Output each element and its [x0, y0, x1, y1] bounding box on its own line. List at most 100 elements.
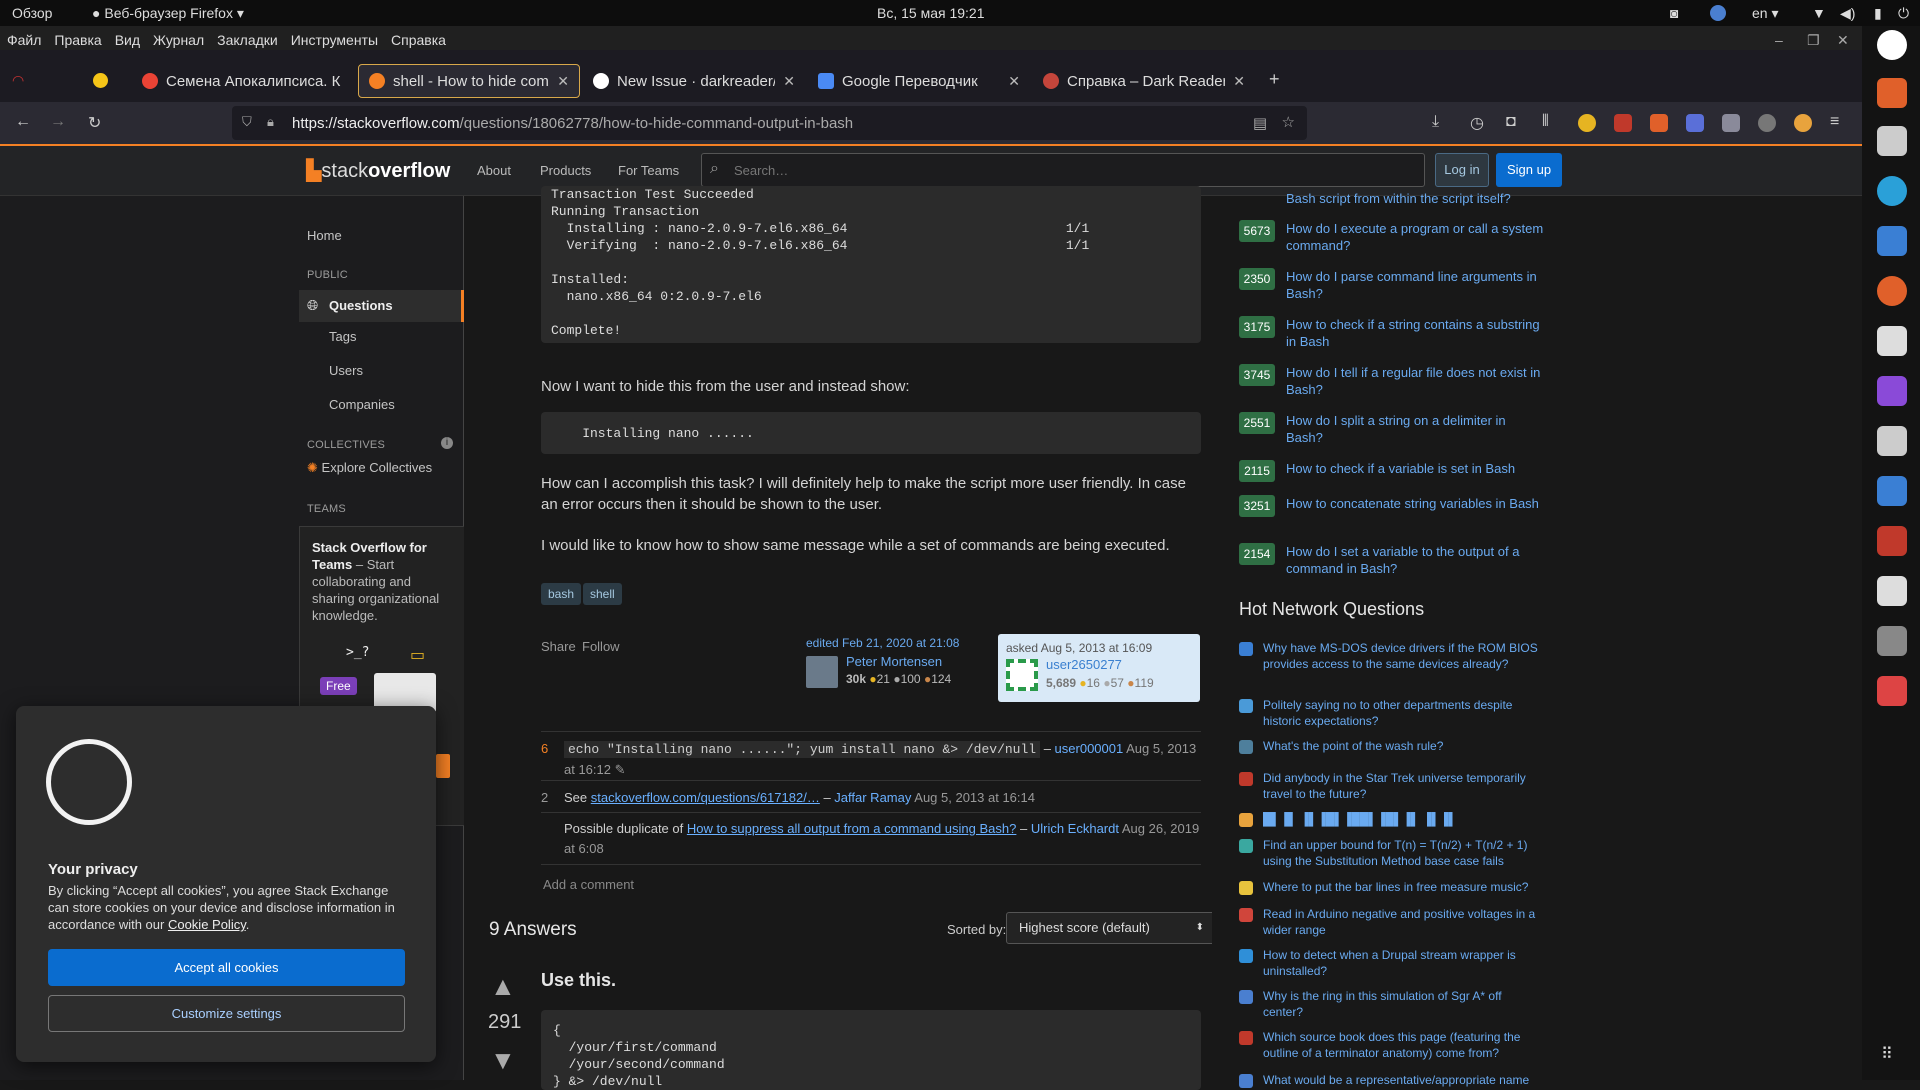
hnq-title-link[interactable]: Did anybody in the Star Trek universe te…: [1263, 770, 1543, 802]
close-tab-icon[interactable]: ✕: [557, 73, 569, 90]
nav-for-teams[interactable]: For Teams: [618, 163, 679, 178]
related-question-title[interactable]: How do I split a string on a delimiter i…: [1286, 412, 1546, 446]
hnq-title-link[interactable]: What's the point of the wash rule?: [1263, 738, 1543, 754]
hnq-title-link[interactable]: Why is the ring in this simulation of Sg…: [1263, 988, 1543, 1020]
app-icon[interactable]: [1877, 126, 1907, 156]
tag-bash[interactable]: bash: [541, 583, 582, 605]
wifi-icon[interactable]: ▼: [1812, 5, 1826, 21]
avatar-tray-icon[interactable]: [1710, 5, 1726, 21]
related-question-title[interactable]: How do I parse command line arguments in…: [1286, 268, 1546, 302]
related-question-title[interactable]: How to check if a variable is set in Bas…: [1286, 460, 1546, 482]
inkscape-icon[interactable]: [1877, 626, 1907, 656]
menu-file[interactable]: Файл: [7, 32, 41, 48]
extension-chat-icon[interactable]: [1686, 114, 1704, 132]
tab-3[interactable]: New Issue · darkreader/d ✕: [583, 64, 805, 98]
reader-view-icon[interactable]: ▤: [1253, 114, 1267, 132]
close-tab-icon[interactable]: ✕: [1233, 73, 1245, 90]
pocket-icon[interactable]: ◘: [1506, 113, 1516, 131]
extension-badge-icon[interactable]: [1614, 114, 1632, 132]
hamburger-menu-icon[interactable]: ≡: [1830, 113, 1839, 131]
bookmark-star-icon[interactable]: ☆: [1282, 113, 1295, 131]
extension-yellow-icon[interactable]: [1794, 114, 1812, 132]
hnq-title-link[interactable]: What would be a representative/appropria…: [1263, 1072, 1543, 1088]
volume-icon[interactable]: ◀): [1840, 5, 1855, 22]
hot-network-question[interactable]: Why is the ring in this simulation of Sg…: [1239, 988, 1543, 1020]
forward-icon[interactable]: →: [50, 113, 66, 131]
sort-select[interactable]: Highest score (default) ⬍: [1006, 912, 1215, 944]
lock-icon[interactable]: 🔒︎: [267, 114, 274, 130]
tab-2-active[interactable]: shell - How to hide comm ✕: [358, 64, 580, 98]
power-icon[interactable]: ⏻: [1898, 5, 1909, 22]
yandex-browser-icon[interactable]: [1877, 30, 1907, 60]
edited-date[interactable]: edited Feb 21, 2020 at 21:08: [806, 636, 959, 650]
new-tab-button[interactable]: +: [1269, 69, 1280, 90]
screenshot-icon[interactable]: [1877, 326, 1907, 356]
related-question[interactable]: 3745 How do I tell if a regular file does…: [1239, 364, 1546, 398]
menu-tools[interactable]: Инструменты: [291, 32, 378, 48]
login-button[interactable]: Log in: [1435, 153, 1489, 187]
so-logo[interactable]: ▙stackoverflow: [306, 158, 450, 183]
tab-1[interactable]: Семена Апокалипсиса. К: [132, 64, 354, 98]
telegram-icon[interactable]: [1877, 176, 1907, 206]
hot-network-question[interactable]: █▌▐▌ ▐▌▐█▌▐██▌▐█▌▐▌ ▐▌▐▌: [1239, 811, 1543, 827]
hnq-title-link[interactable]: █▌▐▌ ▐▌▐█▌▐██▌▐█▌▐▌ ▐▌▐▌: [1263, 811, 1543, 827]
close-tab-icon[interactable]: ✕: [1008, 73, 1020, 90]
history-icon[interactable]: ◷: [1470, 113, 1484, 133]
teams-cta-edge[interactable]: [436, 754, 450, 778]
writer-icon[interactable]: [1877, 476, 1907, 506]
share-link[interactable]: Share: [541, 639, 576, 654]
sidebar-tags[interactable]: Tags: [329, 329, 356, 344]
sidebar-questions[interactable]: 🌐︎ Questions: [299, 290, 464, 322]
library-icon[interactable]: ⫴: [1542, 113, 1549, 131]
shield-icon[interactable]: ⛉: [242, 114, 252, 130]
comment-link[interactable]: stackoverflow.com/questions/617182/…: [591, 790, 820, 805]
nav-about[interactable]: About: [477, 163, 511, 178]
asker-avatar[interactable]: [1006, 659, 1038, 691]
activities-button[interactable]: Обзор: [12, 5, 52, 21]
video-player-icon[interactable]: [1877, 376, 1907, 406]
url-bar[interactable]: ⛉ 🔒︎ https://stackoverflow.com/questions…: [232, 106, 1307, 140]
sidebar-companies[interactable]: Companies: [329, 397, 395, 412]
asker-name[interactable]: user2650277: [1046, 657, 1122, 672]
sidebar-home[interactable]: Home: [307, 228, 342, 243]
book-icon[interactable]: [1877, 676, 1907, 706]
sidebar-explore-collectives[interactable]: ✺ Explore Collectives: [307, 460, 432, 476]
related-question[interactable]: 2551 How do I split a string on a delimit…: [1239, 412, 1546, 446]
hnq-title-link[interactable]: Read in Arduino negative and positive vo…: [1263, 906, 1543, 938]
related-question[interactable]: 3251 How to concatenate string variables …: [1239, 495, 1546, 517]
extension-w-icon[interactable]: [1758, 114, 1776, 132]
menu-history[interactable]: Журнал: [153, 32, 204, 48]
hnq-title-link[interactable]: How to detect when a Drupal stream wrapp…: [1263, 947, 1543, 979]
editor-name[interactable]: Peter Mortensen: [846, 654, 942, 669]
cookie-policy-link[interactable]: Cookie Policy: [168, 917, 246, 932]
related-question-title[interactable]: How do I tell if a regular file does not…: [1286, 364, 1546, 398]
tab-5[interactable]: Справка – Dark Reader ✕: [1033, 64, 1255, 98]
accept-cookies-button[interactable]: Accept all cookies: [48, 949, 405, 986]
hnq-title-link[interactable]: Politely saying no to other departments …: [1263, 697, 1543, 729]
related-question[interactable]: 2350 How do I parse command line argument…: [1239, 268, 1546, 302]
menu-view[interactable]: Вид: [115, 32, 140, 48]
related-question-title[interactable]: How do I execute a program or call a sys…: [1286, 220, 1546, 254]
hot-network-question[interactable]: Find an upper bound for T(n) = T(n/2) + …: [1239, 837, 1543, 869]
hot-network-question[interactable]: What would be a representative/appropria…: [1239, 1072, 1543, 1088]
extension-l-icon[interactable]: [1578, 114, 1596, 132]
hot-network-question[interactable]: Did anybody in the Star Trek universe te…: [1239, 770, 1543, 802]
darkreader-extension-icon[interactable]: [1722, 114, 1740, 132]
thunderbird-icon[interactable]: [1877, 226, 1907, 256]
reload-icon[interactable]: ↻: [88, 113, 101, 133]
so-search-box[interactable]: ⌕ Search…: [701, 153, 1425, 187]
minimize-button[interactable]: –: [1775, 32, 1783, 48]
related-question[interactable]: 2115 How to check if a variable is set in…: [1239, 460, 1546, 482]
signup-button[interactable]: Sign up: [1496, 153, 1562, 187]
hot-network-question[interactable]: Read in Arduino negative and positive vo…: [1239, 906, 1543, 938]
battery-icon[interactable]: ▮: [1874, 5, 1882, 22]
add-comment-link[interactable]: Add a comment: [543, 877, 634, 892]
close-window-button[interactable]: ✕: [1837, 32, 1849, 49]
extension-fox-icon[interactable]: [1650, 114, 1668, 132]
related-question-title[interactable]: Bash script from within the script itsel…: [1286, 190, 1546, 212]
hot-network-question[interactable]: Politely saying no to other departments …: [1239, 697, 1543, 729]
files-icon[interactable]: [1877, 426, 1907, 456]
hnq-title-link[interactable]: Where to put the bar lines in free measu…: [1263, 879, 1543, 895]
tab-4[interactable]: Google Переводчик ✕: [808, 64, 1030, 98]
upvote-icon[interactable]: ▲: [490, 973, 516, 999]
